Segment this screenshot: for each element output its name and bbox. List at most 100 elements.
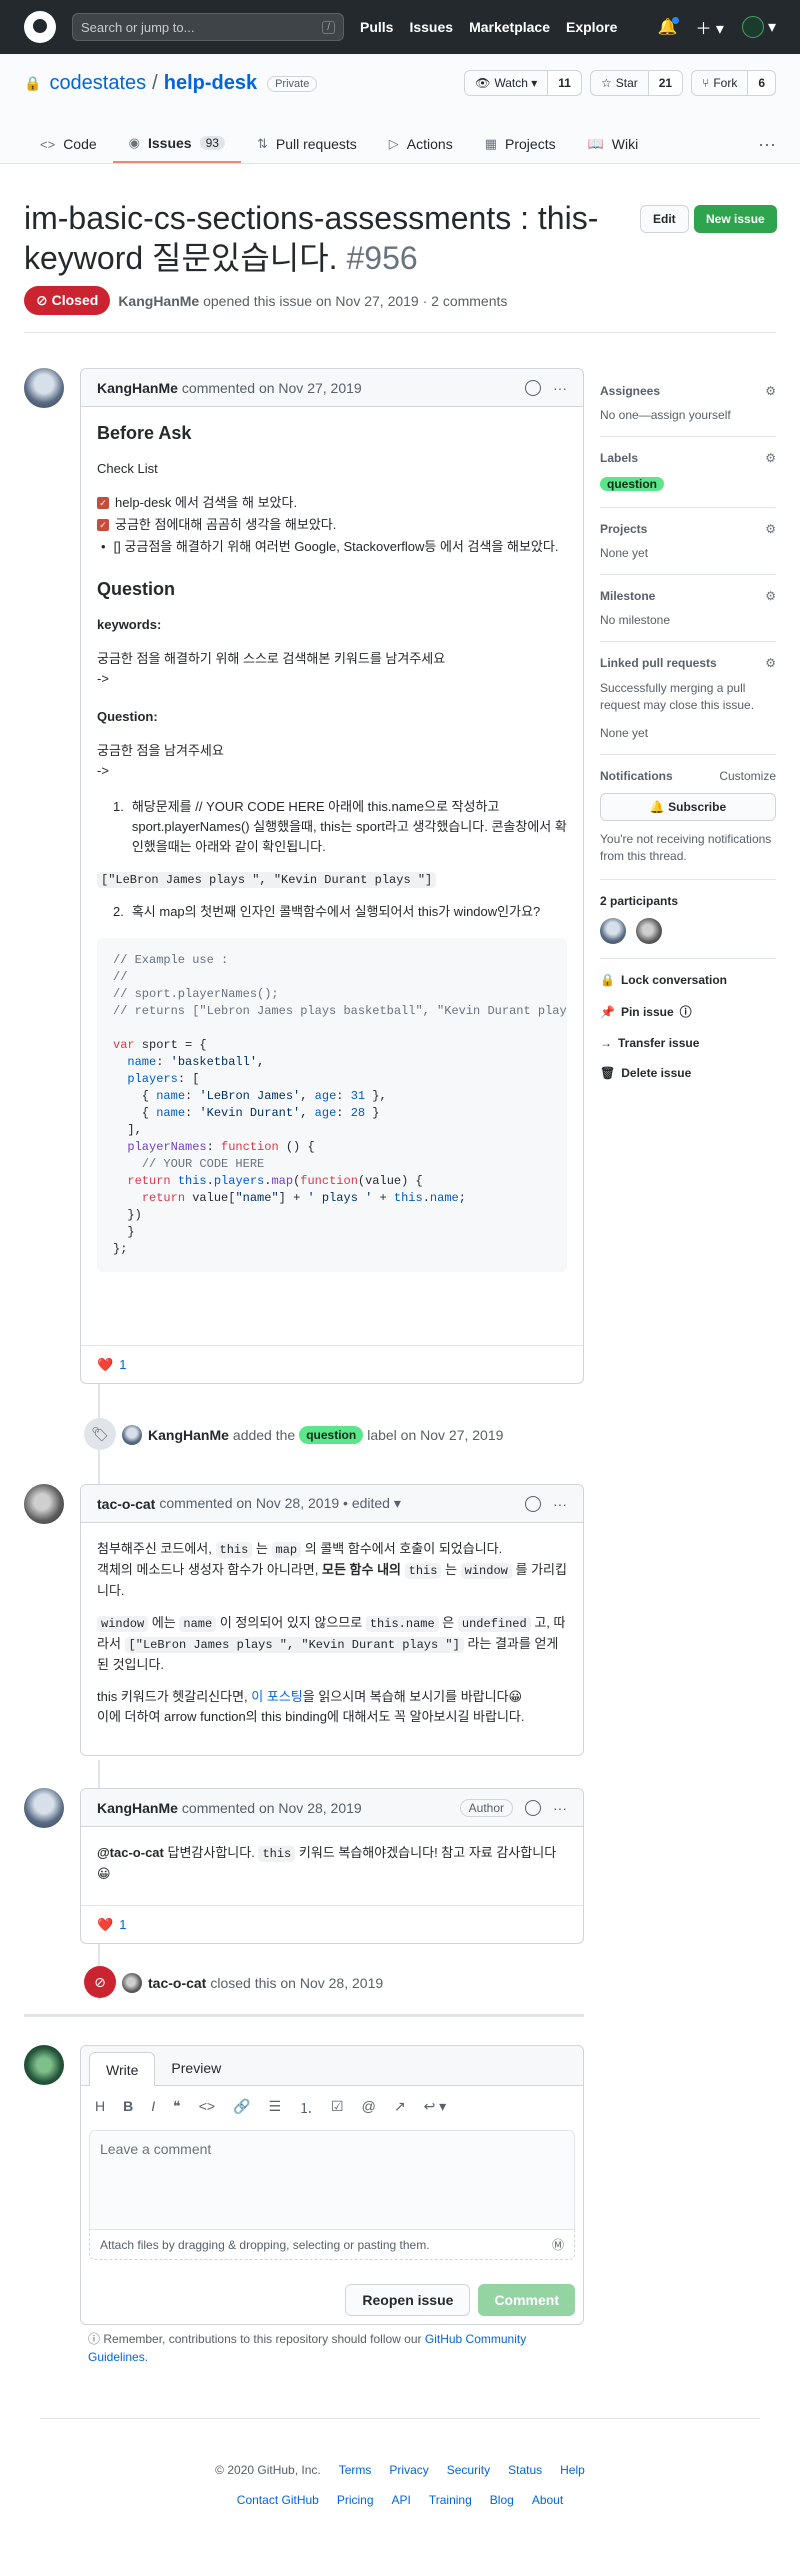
lock-conversation-link[interactable]: 🔒 Lock conversation — [600, 973, 776, 987]
footer-link-security[interactable]: Security — [447, 2463, 490, 2477]
checklist-text: help-desk 에서 검색을 해 보았다. — [115, 495, 298, 510]
attach-area[interactable]: Attach files by dragging & dropping, sel… — [89, 2230, 575, 2260]
sidebar-heading[interactable]: Assignees — [600, 384, 660, 398]
repo-name-link[interactable]: help-desk — [164, 72, 257, 95]
comment-meta[interactable]: commented on Nov 28, 2019 • edited ▾ — [159, 1495, 401, 1512]
tab-preview[interactable]: Preview — [155, 2051, 237, 2085]
footer-link-terms[interactable]: Terms — [339, 2463, 372, 2477]
avatar[interactable] — [24, 1788, 64, 1828]
comment-button[interactable]: Comment — [478, 2284, 575, 2316]
italic-icon[interactable]: I — [151, 2098, 155, 2118]
kebab-icon[interactable]: ··· — [553, 1800, 567, 1816]
delete-issue-link[interactable]: 🗑 Delete issue — [600, 1066, 776, 1080]
avatar[interactable] — [600, 918, 626, 944]
footer-link-pricing[interactable]: Pricing — [337, 2493, 374, 2507]
smiley-icon[interactable] — [525, 1799, 541, 1816]
heading-icon[interactable]: H — [95, 2098, 105, 2118]
pin-issue-link[interactable]: 📌 Pin issue ⓘ — [600, 1003, 776, 1020]
gear-icon[interactable]: ⚙ — [765, 451, 776, 465]
footer-link-contact[interactable]: Contact GitHub — [237, 2493, 319, 2507]
tab-issues[interactable]: ◉ Issues 93 — [112, 125, 241, 163]
avatar[interactable] — [24, 368, 64, 408]
gear-icon[interactable]: ⚙ — [765, 656, 776, 670]
sidebar-heading[interactable]: Projects — [600, 522, 647, 536]
repo-owner-link[interactable]: codestates — [49, 72, 146, 95]
footer-link-training[interactable]: Training — [429, 2493, 472, 2507]
sidebar-heading[interactable]: Linked pull requests — [600, 656, 717, 670]
quote-icon[interactable]: ❝ — [173, 2098, 181, 2118]
watch-count[interactable]: 11 — [547, 71, 581, 95]
post-link[interactable]: 이 포스팅 — [251, 1689, 302, 1704]
footer-link-about[interactable]: About — [532, 2493, 563, 2507]
footer-link-privacy[interactable]: Privacy — [389, 2463, 428, 2477]
tab-wiki[interactable]: 📖 Wiki — [572, 125, 655, 163]
new-issue-button[interactable]: New issue — [694, 205, 777, 233]
transfer-issue-link[interactable]: → Transfer issue — [600, 1036, 776, 1050]
sidebar-heading[interactable]: Labels — [600, 451, 638, 465]
code-icon[interactable]: <> — [199, 2098, 215, 2118]
gear-icon[interactable]: ⚙ — [765, 589, 776, 603]
reply-icon[interactable]: ↩ ▾ — [424, 2098, 447, 2118]
nav-issues[interactable]: Issues — [409, 19, 453, 35]
subscribe-button[interactable]: 🔔 Subscribe — [600, 793, 776, 821]
nav-explore[interactable]: Explore — [566, 19, 617, 35]
issue-author-link[interactable]: KangHanMe — [118, 293, 199, 309]
mention-link[interactable]: @tac-o-cat — [97, 1845, 164, 1860]
github-logo-icon[interactable] — [24, 11, 56, 43]
tab-code[interactable]: <> Code — [24, 125, 113, 163]
tab-actions[interactable]: ▷ Actions — [373, 125, 469, 163]
heart-reaction-button[interactable]: ❤️ 1 — [97, 1917, 126, 1933]
comment-author-link[interactable]: KangHanMe — [97, 1800, 178, 1816]
assign-yourself-link[interactable]: No one—assign yourself — [600, 408, 776, 422]
footer-link-blog[interactable]: Blog — [490, 2493, 514, 2507]
task-list-icon[interactable]: ☑ — [331, 2098, 344, 2118]
star-button[interactable]: ☆ Star 21 — [589, 70, 684, 96]
heart-reaction-button[interactable]: ❤️ 1 — [97, 1357, 126, 1373]
search-input[interactable]: Search or jump to... / — [72, 13, 344, 41]
comment-textarea[interactable]: Leave a comment — [89, 2130, 575, 2230]
smiley-icon[interactable] — [525, 379, 541, 396]
numbered-list-icon[interactable]: ⒈ — [299, 2098, 313, 2118]
kebab-icon[interactable]: ··· — [553, 1496, 567, 1512]
event-user-link[interactable]: KangHanMe — [148, 1427, 229, 1443]
avatar[interactable] — [122, 1973, 142, 1993]
avatar[interactable] — [122, 1425, 142, 1445]
comment-author-link[interactable]: KangHanMe — [97, 380, 178, 396]
issue-meta: ⊘ Closed KangHanMe opened this issue on … — [24, 286, 507, 315]
reopen-issue-button[interactable]: Reopen issue — [345, 2284, 471, 2316]
footer-link-help[interactable]: Help — [560, 2463, 585, 2477]
comment-author-link[interactable]: tac-o-cat — [97, 1496, 155, 1512]
nav-pulls[interactable]: Pulls — [360, 19, 393, 35]
cross-reference-icon[interactable]: ↗ — [394, 2098, 406, 2118]
user-menu[interactable]: ▾ — [741, 16, 776, 38]
tab-projects[interactable]: ▦ Projects — [469, 125, 572, 163]
star-count[interactable]: 21 — [647, 71, 683, 95]
tab-pull-requests[interactable]: ⇅ Pull requests — [241, 125, 373, 163]
gear-icon[interactable]: ⚙ — [765, 384, 776, 398]
label-badge[interactable]: question — [600, 477, 664, 491]
event-user-link[interactable]: tac-o-cat — [148, 1975, 206, 1991]
label-badge[interactable]: question — [299, 1426, 364, 1444]
watch-button[interactable]: 👁 Watch ▾ 11 — [464, 70, 582, 96]
gear-icon[interactable]: ⚙ — [765, 522, 776, 536]
footer-link-status[interactable]: Status — [508, 2463, 542, 2477]
more-icon[interactable]: ··· — [758, 125, 776, 163]
plus-dropdown-icon[interactable]: ＋ ▾ — [695, 15, 723, 39]
tab-write[interactable]: Write — [89, 2052, 156, 2086]
customize-link[interactable]: Customize — [719, 769, 776, 783]
fork-button[interactable]: ⑂ Fork 6 — [691, 70, 776, 96]
edit-button[interactable]: Edit — [640, 205, 689, 233]
nav-marketplace[interactable]: Marketplace — [469, 19, 550, 35]
mention-icon[interactable]: @ — [362, 2098, 376, 2118]
footer-link-api[interactable]: API — [392, 2493, 411, 2507]
bullet-list-icon[interactable]: ☰ — [268, 2098, 281, 2118]
fork-count[interactable]: 6 — [747, 71, 775, 95]
kebab-icon[interactable]: ··· — [553, 380, 567, 396]
avatar[interactable] — [636, 918, 662, 944]
sidebar-heading[interactable]: Milestone — [600, 589, 655, 603]
bold-icon[interactable]: B — [123, 2098, 133, 2118]
bell-icon[interactable]: 🔔 — [658, 17, 680, 37]
smiley-icon[interactable] — [525, 1495, 541, 1512]
link-icon[interactable]: 🔗 — [233, 2098, 250, 2118]
avatar[interactable] — [24, 1484, 64, 1524]
